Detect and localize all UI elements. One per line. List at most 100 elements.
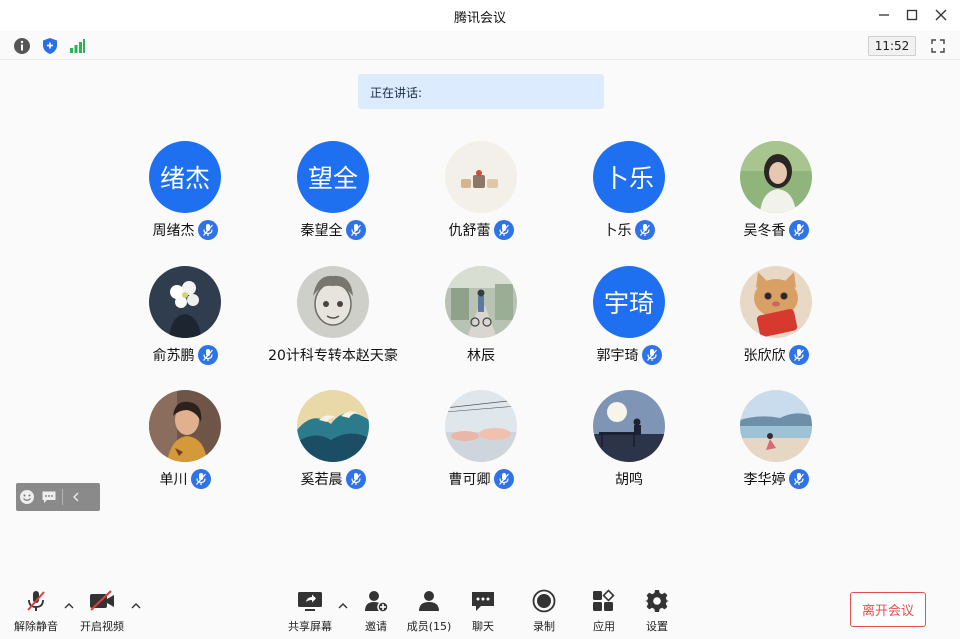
video-options-button[interactable] [130, 600, 142, 612]
chat-button[interactable]: 聊天 [455, 588, 511, 634]
chevron-up-icon [338, 603, 348, 609]
participant-tile[interactable]: 绪杰 周绪杰 [105, 141, 265, 251]
record-label: 录制 [533, 620, 555, 633]
avatar [149, 390, 221, 462]
participant-name: 单川 [159, 472, 188, 488]
share-screen-label: 共享屏幕 [288, 620, 332, 633]
chevron-up-icon [64, 603, 74, 609]
participant-tile[interactable]: 林辰 [401, 266, 561, 376]
participant-name: 李华婷 [743, 472, 786, 488]
members-icon [416, 588, 442, 614]
avatar: 卜乐 [593, 141, 665, 213]
share-screen-button[interactable]: 共享屏幕 [282, 588, 338, 634]
chevron-left-icon [73, 492, 79, 502]
message-icon [42, 491, 56, 503]
participant-name: 卜乐 [603, 223, 632, 239]
apps-button[interactable]: 应用 [576, 588, 632, 634]
participant-name: 20计科专转本赵天豪 [268, 348, 398, 364]
participant-name-row: 曹可卿 [401, 468, 561, 490]
invite-user-icon [363, 588, 389, 614]
participant-name: 仇舒蕾 [448, 223, 491, 239]
record-button[interactable]: 录制 [516, 588, 572, 634]
participant-name: 奚若晨 [300, 472, 343, 488]
participant-name-row: 仇舒蕾 [401, 219, 561, 241]
members-button[interactable]: 成员(15) [401, 588, 457, 634]
unmute-label: 解除静音 [14, 620, 58, 633]
participant-name: 胡鸣 [615, 472, 643, 488]
participant-tile[interactable]: 望全 秦望全 [253, 141, 413, 251]
participant-grid: 绪杰 周绪杰 望全 秦望全 仇舒蕾 卜乐 卜乐 吴冬香 俞苏鹏 20计科专转本赵天豪 … [0, 0, 960, 560]
settings-label: 设置 [646, 620, 668, 633]
chat-icon [470, 588, 496, 614]
bullet-chat-button[interactable] [38, 483, 60, 511]
microphone-icon [641, 345, 662, 365]
microphone-icon [634, 220, 655, 240]
participant-tile[interactable]: 单川 [105, 390, 265, 500]
participant-tile[interactable]: 宇琦 郭宇琦 [549, 266, 709, 376]
unmute-button[interactable]: 解除静音 [8, 588, 64, 634]
reaction-bar [16, 483, 100, 511]
settings-button[interactable]: 设置 [629, 588, 685, 634]
participant-name-row: 俞苏鹏 [105, 344, 265, 366]
camera-off-icon [89, 588, 115, 614]
avatar: 宇琦 [593, 266, 665, 338]
participant-name-row: 周绪杰 [105, 219, 265, 241]
participant-tile[interactable]: 曹可卿 [401, 390, 561, 500]
chat-label: 聊天 [472, 620, 494, 633]
share-screen-icon [297, 588, 323, 614]
participant-name-row: 张欣欣 [696, 344, 856, 366]
microphone-icon [345, 469, 366, 489]
participant-name-row: 秦望全 [253, 219, 413, 241]
avatar [740, 141, 812, 213]
participant-tile[interactable]: 20计科专转本赵天豪 [253, 266, 413, 376]
avatar [149, 266, 221, 338]
microphone-icon [788, 345, 809, 365]
microphone-icon [493, 220, 514, 240]
record-icon [531, 588, 557, 614]
avatar [740, 390, 812, 462]
gear-icon [644, 588, 670, 614]
participant-name-row: 郭宇琦 [549, 344, 709, 366]
start-video-label: 开启视频 [80, 620, 124, 633]
microphone-icon [190, 469, 211, 489]
participant-name: 周绪杰 [152, 223, 195, 239]
participant-name: 俞苏鹏 [152, 348, 195, 364]
collapse-button[interactable] [65, 483, 87, 511]
participant-tile[interactable]: 张欣欣 [696, 266, 856, 376]
avatar [740, 266, 812, 338]
emoji-icon [20, 490, 34, 504]
participant-tile[interactable]: 胡鸣 [549, 390, 709, 500]
apps-icon [591, 588, 617, 614]
microphone-icon [788, 220, 809, 240]
microphone-icon [197, 220, 218, 240]
participant-name: 林辰 [467, 348, 495, 364]
microphone-muted-icon [23, 588, 49, 614]
participant-tile[interactable]: 吴冬香 [696, 141, 856, 251]
invite-label: 邀请 [365, 620, 387, 633]
avatar [593, 390, 665, 462]
microphone-icon [345, 220, 366, 240]
participant-name: 吴冬香 [743, 223, 786, 239]
participant-tile[interactable]: 李华婷 [696, 390, 856, 500]
avatar [297, 266, 369, 338]
leave-meeting-button[interactable]: 离开会议 [850, 592, 926, 627]
emoji-button[interactable] [16, 483, 38, 511]
divider [62, 489, 63, 505]
participant-tile[interactable]: 俞苏鹏 [105, 266, 265, 376]
invite-button[interactable]: 邀请 [348, 588, 404, 634]
participant-name-row: 吴冬香 [696, 219, 856, 241]
participant-tile[interactable]: 卜乐 卜乐 [549, 141, 709, 251]
participant-name-row: 胡鸣 [549, 468, 709, 490]
microphone-icon [197, 345, 218, 365]
participant-tile[interactable]: 奚若晨 [253, 390, 413, 500]
participant-name: 郭宇琦 [596, 348, 639, 364]
participant-name: 秦望全 [300, 223, 343, 239]
avatar [297, 390, 369, 462]
participant-name-row: 卜乐 [549, 219, 709, 241]
participant-tile[interactable]: 仇舒蕾 [401, 141, 561, 251]
participant-name: 曹可卿 [448, 472, 491, 488]
participant-name: 张欣欣 [743, 348, 786, 364]
participant-name-row: 单川 [105, 468, 265, 490]
avatar: 望全 [297, 141, 369, 213]
start-video-button[interactable]: 开启视频 [74, 588, 130, 634]
